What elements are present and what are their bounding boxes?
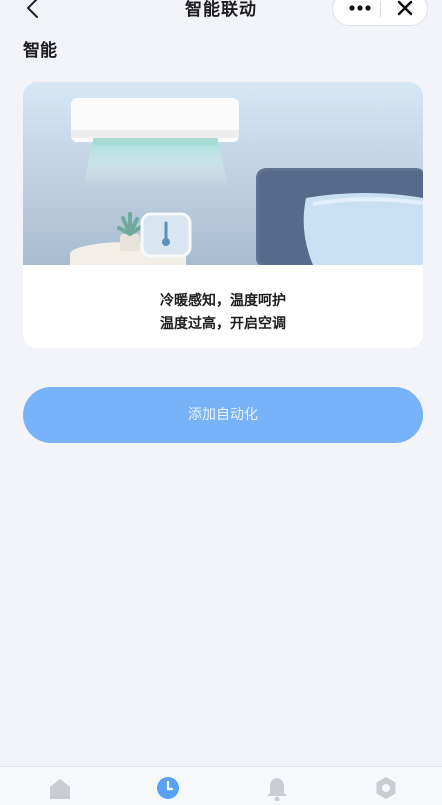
tab-settings[interactable] (373, 775, 399, 801)
bedroom-air-conditioner-illustration (23, 82, 423, 265)
capsule-divider (380, 1, 381, 17)
tab-automation[interactable] (155, 775, 181, 801)
more-button[interactable] (343, 0, 377, 18)
automation-card[interactable]: 冷暖感知，温度呵护 温度过高，开启空调 (23, 82, 423, 348)
card-title-line-1: 冷暖感知，温度呵护 (160, 293, 286, 309)
home-icon (50, 779, 70, 799)
more-dots-icon (349, 5, 371, 11)
top-bar: 智能联动 (0, 0, 442, 26)
card-title-line-2: 温度过高，开启空调 (160, 316, 286, 332)
add-automation-button[interactable]: 添加自动化 (23, 387, 423, 443)
mini-program-capsule (332, 0, 428, 26)
close-icon (397, 0, 413, 16)
section-title: 智能 (23, 41, 57, 61)
settings-icon (376, 777, 396, 799)
tab-notifications[interactable] (264, 775, 290, 802)
tab-home[interactable] (47, 775, 73, 801)
bottom-tab-bar (0, 766, 442, 805)
clock-icon (157, 777, 179, 799)
close-button[interactable] (391, 0, 419, 19)
bell-icon (267, 778, 287, 802)
